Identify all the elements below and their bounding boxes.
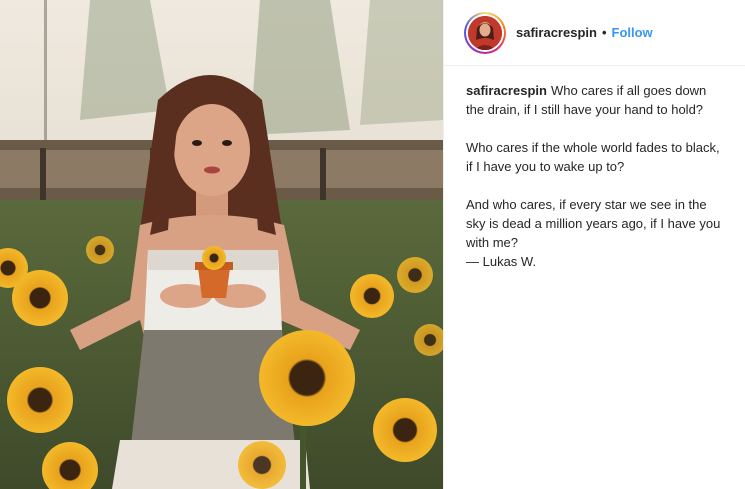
header-text: safiracrespin • Follow [516,25,653,40]
profile-avatar-icon[interactable] [468,15,502,50]
instagram-post: safiracrespin • Follow safiracrespin Who … [0,0,745,489]
caption-paragraph-2: Who cares if the whole world fades to bl… [466,140,720,174]
post-header: safiracrespin • Follow [444,0,745,66]
post-photo[interactable] [0,0,443,489]
caption-paragraph-3: And who cares, if every star we see in t… [466,195,725,271]
caption-username-link[interactable]: safiracrespin [466,83,547,98]
caption-paragraph-1: safiracrespin Who cares if all goes down … [466,81,725,119]
post-side-panel: safiracrespin • Follow safiracrespin Who … [443,0,745,489]
story-ring[interactable] [464,11,506,54]
separator-dot: • [601,25,607,40]
post-photo-image [0,0,443,489]
post-caption: safiracrespin Who cares if all goes down … [444,66,745,271]
follow-button[interactable]: Follow [612,25,653,40]
caption-text-3: And who cares, if every star we see in t… [466,197,721,250]
caption-signature: — Lukas W. [466,254,537,269]
username-link[interactable]: safiracrespin [516,25,597,40]
